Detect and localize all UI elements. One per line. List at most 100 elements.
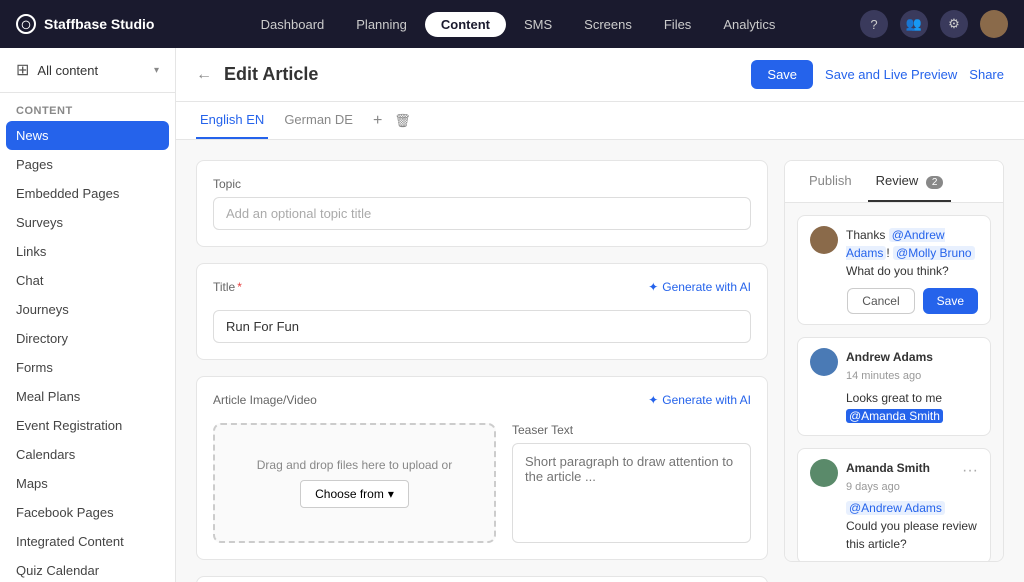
sidebar-item-label: Surveys — [16, 215, 63, 230]
sidebar-item-calendars[interactable]: Calendars — [0, 440, 175, 469]
sidebar-item-event-registration[interactable]: Event Registration — [0, 411, 175, 440]
sidebar-item-label: Journeys — [16, 302, 69, 317]
add-language-button[interactable]: + — [369, 104, 386, 138]
review-badge: 2 — [926, 176, 944, 189]
sidebar-item-label: Forms — [16, 360, 53, 375]
title-label: Title — [213, 280, 242, 294]
comment-text: Thanks @Andrew Adams! @Molly Bruno What … — [846, 226, 978, 280]
save-button[interactable]: Save — [751, 60, 813, 89]
choose-from-button[interactable]: Choose from ▾ — [300, 480, 409, 508]
sidebar-item-journeys[interactable]: Journeys — [0, 295, 175, 324]
nav-icons: ? 👥 ⚙ — [860, 10, 1008, 38]
sidebar-item-label: News — [16, 128, 49, 143]
sidebar-item-pages[interactable]: Pages — [0, 150, 175, 179]
generate-ai-teaser-button[interactable]: ✦ Generate with AI — [648, 393, 751, 407]
current-user-avatar — [810, 226, 838, 254]
sparkle-icon: ✦ — [648, 393, 658, 407]
sidebar-item-label: Integrated Content — [16, 534, 124, 549]
media-upload-area[interactable]: Drag and drop files here to upload or Ch… — [213, 423, 496, 543]
sidebar-item-facebook-pages[interactable]: Facebook Pages — [0, 498, 175, 527]
comment-input-box: Thanks @Andrew Adams! @Molly Bruno What … — [797, 215, 991, 325]
sparkle-icon: ✦ — [648, 280, 658, 294]
main-layout: ⊞ All content ▾ Content News Pages Embed… — [0, 48, 1024, 582]
save-comment-button[interactable]: Save — [923, 288, 978, 314]
right-panel: Publish Review 2 Thanks @Andrew — [784, 160, 1004, 562]
topic-input[interactable] — [213, 197, 751, 230]
chevron-down-icon: ▾ — [388, 487, 394, 501]
comment-more-button[interactable]: ··· — [962, 459, 978, 483]
tab-review[interactable]: Review 2 — [868, 161, 952, 202]
media-label: Article Image/Video — [213, 393, 317, 407]
sidebar-item-label: Calendars — [16, 447, 75, 462]
brand-logo: ◯ — [16, 14, 36, 34]
andrew-time: 14 minutes ago — [846, 368, 978, 385]
chevron-down-icon: ▾ — [154, 65, 159, 76]
sidebar-item-label: Meal Plans — [16, 389, 80, 404]
delete-language-button[interactable]: 🗑 — [390, 105, 415, 137]
amanda-time: 9 days ago — [846, 479, 930, 496]
right-panel-tabs: Publish Review 2 — [785, 161, 1003, 203]
title-section: Title ✦ Generate with AI — [196, 263, 768, 360]
nav-links: Dashboard Planning Content SMS Screens F… — [176, 11, 860, 38]
topic-label: Topic — [213, 177, 751, 191]
nav-planning[interactable]: Planning — [342, 11, 421, 38]
amanda-name: Amanda Smith — [846, 459, 930, 477]
andrew-name: Andrew Adams — [846, 348, 978, 366]
comment-item-amanda: Amanda Smith 9 days ago ··· @Andrew Adam… — [797, 448, 991, 562]
sidebar-item-label: Pages — [16, 157, 53, 172]
nav-analytics[interactable]: Analytics — [709, 11, 789, 38]
sidebar-item-quiz-calendar[interactable]: Quiz Calendar — [0, 556, 175, 582]
top-nav: ◯ Staffbase Studio Dashboard Planning Co… — [0, 0, 1024, 48]
upload-text: Drag and drop files here to upload or — [257, 458, 452, 472]
sidebar-item-surveys[interactable]: Surveys — [0, 208, 175, 237]
sidebar-item-label: Links — [16, 244, 46, 259]
settings-icon[interactable]: ⚙ — [940, 10, 968, 38]
nav-sms[interactable]: SMS — [510, 11, 566, 38]
sidebar-item-chat[interactable]: Chat — [0, 266, 175, 295]
save-live-preview-button[interactable]: Save and Live Preview — [825, 67, 957, 82]
sidebar-item-links[interactable]: Links — [0, 237, 175, 266]
sidebar-item-label: Embedded Pages — [16, 186, 119, 201]
back-button[interactable]: ← — [196, 66, 212, 84]
sidebar: ⊞ All content ▾ Content News Pages Embed… — [0, 48, 176, 582]
sidebar-item-maps[interactable]: Maps — [0, 469, 175, 498]
nav-content[interactable]: Content — [425, 12, 506, 37]
share-button[interactable]: Share — [969, 67, 1004, 82]
nav-files[interactable]: Files — [650, 11, 705, 38]
title-input[interactable] — [213, 310, 751, 343]
editor-main: Topic Title ✦ Generate with AI — [196, 160, 768, 562]
nav-screens[interactable]: Screens — [570, 11, 646, 38]
nav-dashboard[interactable]: Dashboard — [247, 11, 339, 38]
caption-section: Image Caption — [196, 576, 768, 582]
brand-name: Staffbase Studio — [44, 16, 154, 32]
sidebar-item-embedded-pages[interactable]: Embedded Pages — [0, 179, 175, 208]
tab-german[interactable]: German DE — [280, 102, 357, 139]
sidebar-item-integrated-content[interactable]: Integrated Content — [0, 527, 175, 556]
cancel-comment-button[interactable]: Cancel — [847, 288, 914, 314]
tab-publish[interactable]: Publish — [801, 161, 860, 202]
sidebar-item-label: Quiz Calendar — [16, 563, 99, 578]
grid-icon: ⊞ — [16, 60, 29, 80]
sidebar-item-directory[interactable]: Directory — [0, 324, 175, 353]
sidebar-header[interactable]: ⊞ All content ▾ — [0, 48, 175, 93]
sidebar-item-news[interactable]: News — [6, 121, 169, 150]
sidebar-item-meal-plans[interactable]: Meal Plans — [0, 382, 175, 411]
generate-ai-button[interactable]: ✦ Generate with AI — [648, 280, 751, 294]
people-icon[interactable]: 👥 — [900, 10, 928, 38]
user-avatar[interactable] — [980, 10, 1008, 38]
sidebar-item-label: Chat — [16, 273, 43, 288]
brand: ◯ Staffbase Studio — [16, 14, 176, 34]
sidebar-item-forms[interactable]: Forms — [0, 353, 175, 382]
language-tab-bar: English EN German DE + 🗑 — [176, 102, 1024, 140]
comment-content-amanda: Amanda Smith 9 days ago ··· @Andrew Adam… — [846, 459, 978, 554]
teaser-input[interactable] — [512, 443, 751, 543]
help-icon[interactable]: ? — [860, 10, 888, 38]
comment-content-andrew: Andrew Adams 14 minutes ago Looks great … — [846, 348, 978, 425]
content-area: ← Edit Article Save Save and Live Previe… — [176, 48, 1024, 582]
sidebar-item-label: Maps — [16, 476, 48, 491]
mention-andrew2: @Andrew Adams — [846, 501, 945, 515]
content-section-label: Content — [0, 93, 175, 121]
editor-body: Topic Title ✦ Generate with AI — [176, 140, 1024, 582]
tab-english[interactable]: English EN — [196, 102, 268, 139]
sidebar-item-label: Directory — [16, 331, 68, 346]
